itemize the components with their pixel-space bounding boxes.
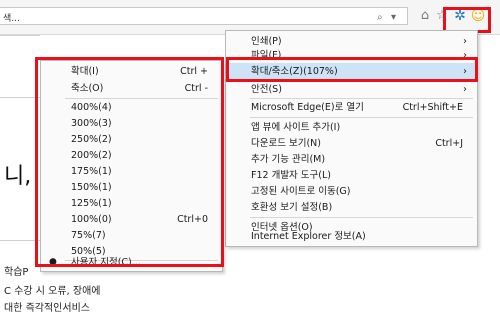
- menu-separator: [250, 117, 473, 118]
- zoom-highlight-box: [226, 57, 478, 82]
- menu-item-downloads[interactable]: 다운로드 보기(N) Ctrl+J: [226, 135, 477, 152]
- address-text: 색...: [3, 14, 20, 24]
- page-divider: [0, 240, 40, 241]
- search-icon[interactable]: ⌕: [377, 12, 383, 23]
- chevron-down-icon[interactable]: ▾: [391, 12, 396, 23]
- page-divider: [0, 97, 40, 98]
- menu-item-compat-view[interactable]: 호환성 보기 설정(B): [226, 199, 477, 216]
- chevron-right-icon: ›: [463, 84, 467, 95]
- home-icon[interactable]: ⌂: [417, 8, 433, 24]
- page-text-1: 학습P: [4, 267, 29, 278]
- menu-separator: [250, 217, 473, 218]
- menu-item-pinned-sites[interactable]: 고정된 사이트로 이동(G): [226, 183, 477, 200]
- page-big-text: 니,: [4, 164, 32, 189]
- page-divider: [0, 35, 40, 36]
- menu-item-safety[interactable]: 안전(S) ›: [226, 81, 477, 98]
- menu-item-open-edge[interactable]: Microsoft Edge(E)로 열기 Ctrl+Shift+E: [226, 99, 477, 116]
- menu-item-manage-addons[interactable]: 추가 기능 관리(M): [226, 151, 477, 168]
- page-text-2: C 수강 시 오류, 장애에: [4, 286, 101, 297]
- page-text-3: 대한 즉각적인서비스: [4, 303, 90, 314]
- menu-item-about-ie[interactable]: Internet Explorer 정보(A): [226, 228, 477, 245]
- address-bar[interactable]: 색... ⌕ ▾: [0, 7, 408, 25]
- menu-item-dev-tools[interactable]: F12 개발자 도구(L): [226, 167, 477, 184]
- zoom-submenu-highlight-box: [35, 57, 224, 267]
- menu-item-add-app-view[interactable]: 앱 뷰에 사이트 추가(I): [226, 119, 477, 136]
